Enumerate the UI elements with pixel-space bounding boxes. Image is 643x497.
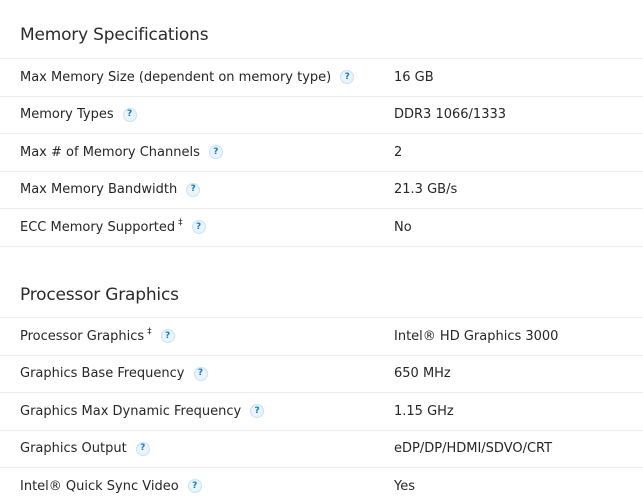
spec-value: 21.3 GB/s <box>394 182 458 198</box>
processor-graphics-section: Processor Graphics Processor Graphics ‡ … <box>0 259 643 497</box>
spec-label-text: Processor Graphics <box>20 328 145 344</box>
section-title: Processor Graphics <box>0 259 643 318</box>
spec-value: 650 MHz <box>394 366 451 382</box>
spec-row-graphics-output: Graphics Output ? eDP/DP/HDMI/SDVO/CRT <box>0 431 643 468</box>
spec-value: 1.15 GHz <box>394 403 454 419</box>
spec-label: Graphics Base Frequency ? <box>20 356 208 393</box>
spec-label: Intel® Quick Sync Video ? <box>20 468 202 497</box>
spec-value: Yes <box>394 478 415 494</box>
spec-label-text: Graphics Base Frequency <box>20 366 185 382</box>
spec-label-text: Memory Types <box>20 107 114 123</box>
spec-label: Memory Types ? <box>20 97 137 134</box>
spec-row-processor-graphics: Processor Graphics ‡ ? Intel® HD Graphic… <box>0 318 643 356</box>
spec-label-text: Graphics Max Dynamic Frequency <box>20 403 242 419</box>
spec-label-text: Graphics Output <box>20 441 127 457</box>
help-icon[interactable]: ? <box>191 220 206 235</box>
memory-specifications-section: Memory Specifications Max Memory Size (d… <box>0 0 643 247</box>
spec-label: Graphics Max Dynamic Frequency ? <box>20 393 265 430</box>
spec-row-graphics-max-dynamic-frequency: Graphics Max Dynamic Frequency ? 1.15 GH… <box>0 393 643 431</box>
help-icon[interactable]: ? <box>193 366 208 381</box>
spec-row-memory-types: Memory Types ? DDR3 1066/1333 <box>0 97 643 134</box>
spec-row-quick-sync-video: Intel® Quick Sync Video ? Yes <box>0 468 643 497</box>
spec-value: eDP/DP/HDMI/SDVO/CRT <box>394 441 553 457</box>
help-icon[interactable]: ? <box>135 441 150 456</box>
spec-row-ecc-memory-supported: ECC Memory Supported ‡ ? No <box>0 209 643 247</box>
spec-label: Max Memory Size (dependent on memory typ… <box>20 59 355 96</box>
help-icon[interactable]: ? <box>122 107 137 122</box>
help-icon[interactable]: ? <box>160 329 175 344</box>
help-icon[interactable]: ? <box>340 70 355 85</box>
spec-label: Max # of Memory Channels ? <box>20 134 223 171</box>
spec-row-max-memory-bandwidth: Max Memory Bandwidth ? 21.3 GB/s <box>0 172 643 209</box>
spec-page: Memory Specifications Max Memory Size (d… <box>0 0 643 497</box>
spec-value: 16 GB <box>394 69 434 85</box>
spec-label-text: Max Memory Size (dependent on memory typ… <box>20 69 332 85</box>
spec-label-text: ECC Memory Supported <box>20 219 176 235</box>
spec-row-max-memory-size: Max Memory Size (dependent on memory typ… <box>0 59 643 97</box>
footnote-marker: ‡ <box>147 327 152 338</box>
spec-label: Processor Graphics ‡ ? <box>20 318 175 355</box>
spec-value: No <box>394 219 412 235</box>
spec-label-text: Intel® Quick Sync Video <box>20 478 179 494</box>
help-icon[interactable]: ? <box>187 479 202 494</box>
spec-label: Graphics Output ? <box>20 431 150 468</box>
spec-label: Max Memory Bandwidth ? <box>20 172 201 209</box>
help-icon[interactable]: ? <box>250 404 265 419</box>
help-icon[interactable]: ? <box>208 145 223 160</box>
spec-label-text: Max # of Memory Channels <box>20 144 200 160</box>
footnote-marker: ‡ <box>178 218 183 229</box>
spec-value: Intel® HD Graphics 3000 <box>394 328 559 344</box>
spec-value: DDR3 1066/1333 <box>394 107 507 123</box>
spec-row-graphics-base-frequency: Graphics Base Frequency ? 650 MHz <box>0 356 643 393</box>
spec-label: ECC Memory Supported ‡ ? <box>20 209 206 246</box>
spec-value: 2 <box>394 144 403 160</box>
help-icon[interactable]: ? <box>186 182 201 197</box>
spec-label-text: Max Memory Bandwidth <box>20 182 178 198</box>
spec-row-max-memory-channels: Max # of Memory Channels ? 2 <box>0 134 643 172</box>
section-title: Memory Specifications <box>0 0 643 59</box>
